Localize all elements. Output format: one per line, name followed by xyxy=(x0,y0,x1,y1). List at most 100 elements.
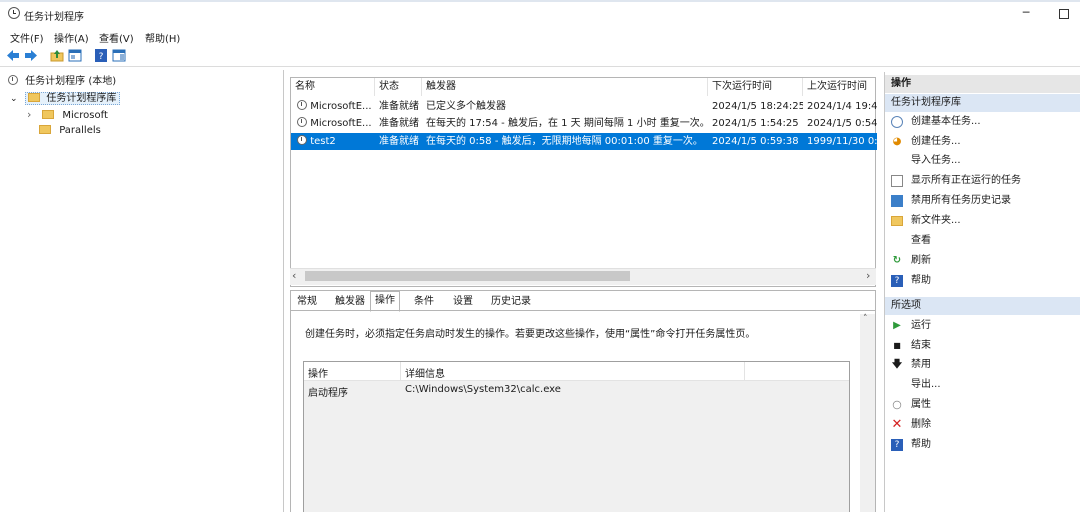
help-icon: ? xyxy=(891,275,903,287)
task-next-run: 2024/1/5 0:59:38 xyxy=(712,136,799,147)
task-row-selected[interactable]: test2 准备就绪 在每天的 0:58 - 触发后，无限期地每隔 00:01:… xyxy=(291,133,877,150)
tab-history[interactable]: 历史记录 xyxy=(487,293,535,311)
action-detail: C:\Windows\System32\calc.exe xyxy=(405,384,561,395)
action-properties[interactable]: 属性 xyxy=(885,395,1080,415)
column-header-next-run[interactable]: 下次运行时间 xyxy=(708,78,803,96)
maximize-button[interactable] xyxy=(1050,4,1078,22)
scroll-right-icon[interactable]: › xyxy=(866,269,870,282)
task-status: 准备就绪 xyxy=(379,101,419,112)
show-hide-tree-icon[interactable] xyxy=(68,49,82,62)
help-icon: ? xyxy=(891,439,903,451)
new-folder-icon xyxy=(891,216,903,226)
clock-icon xyxy=(8,7,20,19)
tree-root[interactable]: 任务计划程序 (本地) xyxy=(8,74,116,90)
vertical-scrollbar[interactable] xyxy=(860,314,875,512)
create-task-icon: ◕ xyxy=(892,136,902,147)
tree-item-parallels[interactable]: Parallels xyxy=(39,123,101,139)
task-row[interactable]: MicrosoftE... 准备就绪 已定义多个触发器 2024/1/5 18:… xyxy=(291,98,877,115)
action-new-folder[interactable]: 新文件夹... xyxy=(885,211,1080,231)
tree-item-library[interactable]: ⌄ 任务计划程序库 xyxy=(10,91,121,107)
actions-description: 创建任务时，必须指定任务启动时发生的操作。若要更改这些操作，使用“属性”命令打开… xyxy=(305,329,756,340)
task-name: MicrosoftE... xyxy=(310,118,372,129)
action-view[interactable]: 查看 xyxy=(885,231,1080,251)
navigation-tree: 任务计划程序 (本地) ⌄ 任务计划程序库 › Microsoft Parall… xyxy=(0,70,284,512)
help-icon[interactable]: ? xyxy=(94,49,108,62)
menu-file[interactable]: 文件(F) xyxy=(10,30,44,45)
tab-divider xyxy=(291,310,875,311)
task-row[interactable]: MicrosoftE... 准备就绪 在每天的 17:54 - 触发后，在 1 … xyxy=(291,115,877,132)
column-header-action[interactable]: 操作 xyxy=(308,365,328,380)
chevron-right-icon[interactable]: › xyxy=(27,107,39,123)
action-delete[interactable]: ✕ 删除 xyxy=(885,415,1080,435)
action-create-task[interactable]: ◕ 创建任务... xyxy=(885,132,1080,152)
title-bar xyxy=(0,0,1080,30)
column-header-name[interactable]: 名称 xyxy=(291,78,375,96)
column-header-last-run[interactable]: 上次运行时间 xyxy=(803,78,877,96)
tab-conditions[interactable]: 条件 xyxy=(410,293,438,311)
up-folder-icon[interactable] xyxy=(50,49,64,62)
actions-table: 操作 详细信息 启动程序 C:\Windows\System32\calc.ex… xyxy=(303,361,850,512)
folder-icon xyxy=(42,110,55,119)
action-refresh[interactable]: ↻ 刷新 xyxy=(885,251,1080,271)
scrollbar-thumb[interactable] xyxy=(305,271,630,281)
action-row[interactable]: 启动程序 C:\Windows\System32\calc.exe xyxy=(304,382,849,399)
task-clock-icon xyxy=(297,117,307,127)
scroll-left-icon[interactable]: ‹ xyxy=(292,269,296,282)
menu-action[interactable]: 操作(A) xyxy=(54,30,89,45)
tab-actions[interactable]: 操作 xyxy=(370,291,400,312)
action-help[interactable]: ? 帮助 xyxy=(885,271,1080,291)
task-name: test2 xyxy=(310,136,336,147)
task-status: 准备就绪 xyxy=(379,136,419,147)
action-end[interactable]: ■ 结束 xyxy=(885,336,1080,356)
toolbar xyxy=(0,44,1080,67)
column-header-trigger[interactable]: 触发器 xyxy=(422,78,708,96)
stop-icon: ■ xyxy=(893,341,901,350)
column-header-details[interactable]: 详细信息 xyxy=(405,365,445,380)
chevron-down-icon[interactable]: ⌄ xyxy=(10,91,22,107)
tab-general[interactable]: 常规 xyxy=(293,293,321,311)
task-clock-icon xyxy=(297,135,307,145)
refresh-icon: ↻ xyxy=(892,255,902,266)
column-header-status[interactable]: 状态 xyxy=(375,78,422,96)
action-disable-history[interactable]: 禁用所有任务历史记录 xyxy=(885,191,1080,211)
section-selected-item[interactable]: 所选项 xyxy=(885,297,1080,315)
action-run[interactable]: ▶ 运行 xyxy=(885,316,1080,336)
task-list: 名称 状态 触发器 下次运行时间 上次运行时间 MicrosoftE... 准备… xyxy=(290,77,877,287)
menu-help[interactable]: 帮助(H) xyxy=(145,30,180,45)
back-arrow-icon[interactable] xyxy=(6,49,20,62)
running-tasks-icon xyxy=(891,175,903,187)
down-arrow-icon: 🡇 xyxy=(891,359,903,370)
task-trigger: 在每天的 0:58 - 触发后，无限期地每隔 00:01:00 重复一次。 xyxy=(426,136,703,147)
forward-arrow-icon[interactable] xyxy=(24,49,38,62)
maximize-icon xyxy=(1059,9,1069,19)
show-action-pane-icon[interactable] xyxy=(112,49,126,62)
tab-triggers[interactable]: 触发器 xyxy=(331,293,369,311)
task-last-run: 2024/1/4 19:43 xyxy=(807,101,877,112)
action-disable[interactable]: 🡇 禁用 xyxy=(885,355,1080,375)
action-show-running-tasks[interactable]: 显示所有正在运行的任务 xyxy=(885,171,1080,191)
section-library[interactable]: 任务计划程序库 xyxy=(885,94,1080,112)
action-help-selected[interactable]: ? 帮助 xyxy=(885,435,1080,455)
task-folder-icon xyxy=(28,93,41,102)
history-icon xyxy=(891,195,903,207)
menu-view[interactable]: 查看(V) xyxy=(99,30,134,45)
action-create-basic-task[interactable]: 创建基本任务... xyxy=(885,112,1080,132)
action-export[interactable]: 导出... xyxy=(885,375,1080,395)
actions-header: 操作 xyxy=(885,75,1080,93)
action-type: 启动程序 xyxy=(308,388,348,399)
tree-library-label: 任务计划程序库 xyxy=(46,93,117,104)
task-next-run: 2024/1/5 1:54:25 xyxy=(712,118,799,129)
minimize-button[interactable]: ─ xyxy=(1012,4,1040,22)
delete-icon: ✕ xyxy=(891,417,903,432)
task-clock-icon xyxy=(297,100,307,110)
tab-settings[interactable]: 设置 xyxy=(449,293,477,311)
clock-icon xyxy=(8,75,18,85)
scroll-up-icon[interactable]: ˄ xyxy=(863,314,868,324)
window-title: 任务计划程序 xyxy=(24,12,84,23)
task-trigger: 在每天的 17:54 - 触发后，在 1 天 期间每隔 1 小时 重复一次。 xyxy=(426,118,708,129)
tree-item-label: Parallels xyxy=(59,125,101,136)
tree-item-microsoft[interactable]: › Microsoft xyxy=(27,107,108,123)
tree-root-label: 任务计划程序 (本地) xyxy=(25,76,117,87)
action-import-task[interactable]: 导入任务... xyxy=(885,151,1080,171)
task-name: MicrosoftE... xyxy=(310,101,372,112)
